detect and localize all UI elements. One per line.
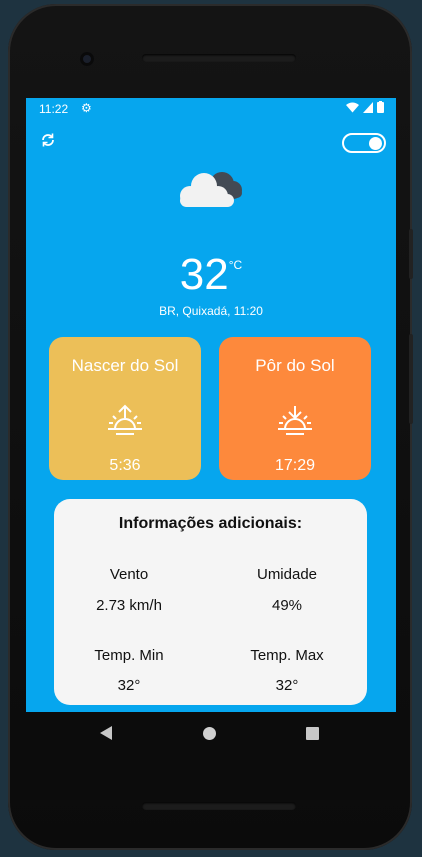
sunset-card: Pôr do Sol 17:29 xyxy=(219,337,371,480)
sunrise-time: 5:36 xyxy=(109,457,141,474)
current-temperature: 32°C xyxy=(26,250,396,300)
status-icons xyxy=(346,101,384,113)
sunrise-card: Nascer do Sol 5:36 xyxy=(49,337,201,480)
sunrise-icon xyxy=(108,404,142,435)
battery-icon xyxy=(377,101,384,113)
temp-max-label: Temp. Max xyxy=(250,647,324,664)
humidity-value: 49% xyxy=(271,597,303,614)
gear-icon: ⚙ xyxy=(81,101,92,115)
temp-min-label: Temp. Min xyxy=(94,647,164,664)
app-screen: 11:22 ⚙ 32°C BR, Quixadá, 11:20 Nascer d… xyxy=(26,98,396,712)
sunset-icon xyxy=(278,406,312,435)
temp-min-value: 32° xyxy=(117,677,141,694)
temp-max-value: 32° xyxy=(275,677,299,694)
top-speaker xyxy=(142,54,296,62)
sunset-label: Pôr do Sol xyxy=(255,356,335,375)
temperature-unit: °C xyxy=(228,258,243,272)
power-button xyxy=(409,229,413,279)
wifi-icon xyxy=(346,102,359,112)
bottom-speaker xyxy=(142,802,296,810)
signal-icon xyxy=(363,101,373,113)
status-time: 11:22 xyxy=(39,102,69,116)
back-icon[interactable] xyxy=(100,726,112,740)
status-bar: 11:22 ⚙ xyxy=(26,98,396,120)
temperature-value: 32 xyxy=(179,250,229,299)
sunrise-label: Nascer do Sol xyxy=(71,356,179,375)
volume-button xyxy=(409,334,413,424)
location-time: BR, Quixadá, 11:20 xyxy=(159,304,263,318)
navigation-bar xyxy=(26,712,396,756)
wind-label: Vento xyxy=(109,566,149,583)
home-icon[interactable] xyxy=(203,727,216,740)
additional-info-card: Informações adicionais: Vento 2.73 km/h … xyxy=(54,499,367,705)
recent-apps-icon[interactable] xyxy=(306,727,319,740)
info-title: Informações adicionais: xyxy=(118,515,303,532)
humidity-label: Umidade xyxy=(256,566,318,583)
sunset-time: 17:29 xyxy=(274,457,316,474)
wind-value: 2.73 km/h xyxy=(96,597,162,614)
theme-toggle[interactable] xyxy=(342,133,386,153)
front-camera xyxy=(80,52,94,66)
toggle-knob xyxy=(369,137,382,150)
refresh-icon[interactable] xyxy=(40,132,56,148)
cloud-icon xyxy=(180,172,242,207)
